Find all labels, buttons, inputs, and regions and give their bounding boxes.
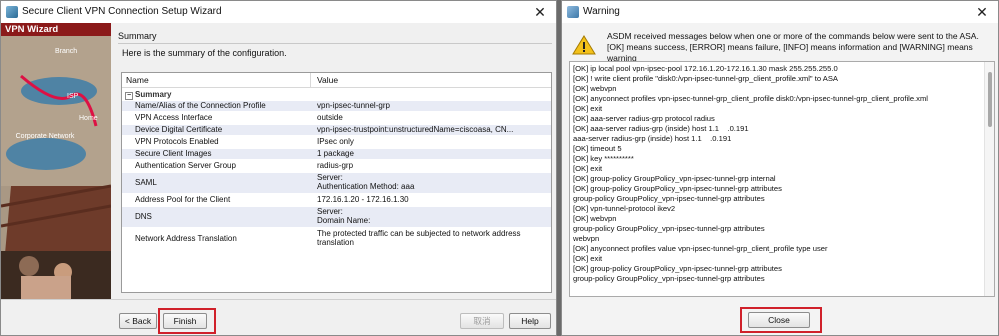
log-line: [OK] webvpn	[573, 214, 617, 223]
row-name: Device Digital Certificate	[135, 125, 223, 134]
log-line: [OK] group-policy GroupPolicy_vpn-ipsec-…	[573, 264, 782, 273]
log-line: [OK] exit	[573, 254, 603, 263]
table-row[interactable]: DNS Server: Domain Name:	[122, 207, 551, 227]
network-illustration	[1, 36, 111, 299]
row-name: Network Address Translation	[135, 234, 237, 243]
table-row[interactable]: VPN Protocols Enabled IPsec only	[122, 137, 551, 147]
row-value: 1 package	[317, 149, 354, 158]
close-icon[interactable]: ✕	[530, 3, 550, 21]
row-value: Server:	[317, 207, 343, 216]
wizard-side-panel: VPN Wizard Branch ISP Home Corporate Net…	[1, 23, 111, 299]
log-scrollbar[interactable]	[984, 62, 994, 296]
warning-footer: Close	[562, 301, 998, 335]
row-value-line2: Authentication Method: aaa	[317, 182, 415, 191]
row-name: VPN Protocols Enabled	[135, 137, 219, 146]
side-label-corporate: Corporate Network	[15, 133, 75, 140]
log-line: [OK] exit	[573, 104, 603, 113]
side-label-isp: ISP	[67, 93, 79, 100]
message-log[interactable]: [OK] ip local pool vpn-ipsec-pool 172.16…	[569, 61, 995, 297]
row-value: outside	[317, 113, 343, 122]
warning-window: Warning ✕ ASDM received messages below w…	[561, 0, 999, 336]
summary-table: Name Value − Summary Name/Alias of the C…	[121, 72, 552, 293]
row-name: VPN Access Interface	[135, 113, 213, 122]
table-row[interactable]: Authentication Server Group radius-grp	[122, 161, 551, 171]
wizard-icon	[6, 6, 18, 18]
finish-highlight-box	[158, 308, 216, 334]
row-value: vpn-ipsec-trustpoint:unstructuredName=ci…	[317, 125, 514, 134]
wizard-title: Secure Client VPN Connection Setup Wizar…	[22, 6, 222, 17]
side-label-branch: Branch	[55, 48, 78, 55]
column-divider	[310, 73, 311, 87]
column-header-name[interactable]: Name	[126, 75, 149, 85]
log-line: group-policy GroupPolicy_vpn-ipsec-tunne…	[573, 194, 765, 203]
log-line: [OK] anyconnect profiles vpn-ipsec-tunne…	[573, 94, 928, 103]
wizard-titlebar: Secure Client VPN Connection Setup Wizar…	[1, 1, 556, 23]
log-line: group-policy GroupPolicy_vpn-ipsec-tunne…	[573, 274, 765, 283]
log-line: [OK] exit	[573, 164, 603, 173]
divider	[118, 43, 552, 44]
log-line: [OK] aaa-server radius-grp protocol radi…	[573, 114, 715, 123]
row-name: Name/Alias of the Connection Profile	[135, 101, 266, 110]
side-label-home: Home	[79, 115, 98, 122]
log-line: [OK] vpn-tunnel-protocol ikev2	[573, 204, 676, 213]
summary-description: Here is the summary of the configuration…	[122, 48, 287, 58]
help-button[interactable]: Help	[509, 313, 551, 329]
vpn-wizard-window: Secure Client VPN Connection Setup Wizar…	[0, 0, 557, 336]
side-header: VPN Wizard	[1, 23, 111, 36]
table-row[interactable]: Name/Alias of the Connection Profile vpn…	[122, 101, 551, 111]
row-name: DNS	[135, 212, 152, 221]
log-line: [OK] group-policy GroupPolicy_vpn-ipsec-…	[573, 184, 782, 193]
table-header: Name Value	[122, 73, 551, 88]
log-line: [OK] anyconnect profiles value vpn-ipsec…	[573, 244, 828, 253]
row-name: SAML	[135, 178, 157, 187]
table-row[interactable]: Network Address Translation The protecte…	[122, 229, 551, 249]
row-name: Secure Client Images	[135, 149, 212, 158]
warning-titlebar: Warning ✕	[562, 1, 998, 23]
log-line: [OK] key **********	[573, 154, 634, 163]
wizard-footer: < Back Finish 取消 Help	[1, 299, 556, 335]
column-header-value[interactable]: Value	[317, 75, 338, 85]
row-name: Authentication Server Group	[135, 161, 236, 170]
summary-heading: Summary	[118, 31, 157, 41]
collapse-icon[interactable]: −	[125, 92, 133, 100]
log-line: [OK] ! write client profile "disk0:/vpn-…	[573, 74, 838, 83]
warning-message: ASDM received messages below when one or…	[607, 31, 979, 63]
row-value: radius-grp	[317, 161, 354, 170]
row-name: Address Pool for the Client	[135, 195, 231, 204]
asdm-icon	[567, 6, 579, 18]
log-line: [OK] webvpn	[573, 84, 617, 93]
log-line: [OK] aaa-server radius-grp (inside) host…	[573, 124, 749, 133]
log-line: [OK] group-policy GroupPolicy_vpn-ipsec-…	[573, 174, 776, 183]
row-value: 172.16.1.20 - 172.16.1.30	[317, 195, 409, 204]
log-line: aaa-server radius-grp (inside) host 1.1 …	[573, 134, 732, 143]
log-line: group-policy GroupPolicy_vpn-ipsec-tunne…	[573, 224, 765, 233]
row-value-line2: Domain Name:	[317, 216, 371, 225]
row-value: IPsec only	[317, 137, 354, 146]
row-value: Server:	[317, 173, 343, 182]
scrollbar-thumb[interactable]	[988, 72, 992, 127]
row-value: vpn-ipsec-tunnel-grp	[317, 101, 390, 110]
row-value-line2: translation	[317, 238, 354, 247]
group-row-summary[interactable]: − Summary	[122, 90, 551, 100]
log-line: webvpn	[573, 234, 600, 243]
table-row[interactable]: Secure Client Images 1 package	[122, 149, 551, 159]
back-button[interactable]: < Back	[119, 313, 157, 329]
table-row[interactable]: VPN Access Interface outside	[122, 113, 551, 123]
cancel-button[interactable]: 取消	[460, 313, 504, 329]
warning-icon	[572, 35, 596, 55]
log-line: [OK] ip local pool vpn-ipsec-pool 172.16…	[573, 64, 838, 73]
log-line: [OK] timeout 5	[573, 144, 622, 153]
table-row[interactable]: Device Digital Certificate vpn-ipsec-tru…	[122, 125, 551, 135]
table-row[interactable]: SAML Server: Authentication Method: aaa	[122, 173, 551, 193]
table-row[interactable]: Address Pool for the Client 172.16.1.20 …	[122, 195, 551, 205]
close-icon[interactable]: ✕	[972, 3, 992, 21]
row-value: The protected traffic can be subjected t…	[317, 229, 521, 238]
warning-title: Warning	[583, 6, 620, 17]
close-highlight-box	[740, 307, 822, 333]
group-label: Summary	[135, 90, 172, 99]
